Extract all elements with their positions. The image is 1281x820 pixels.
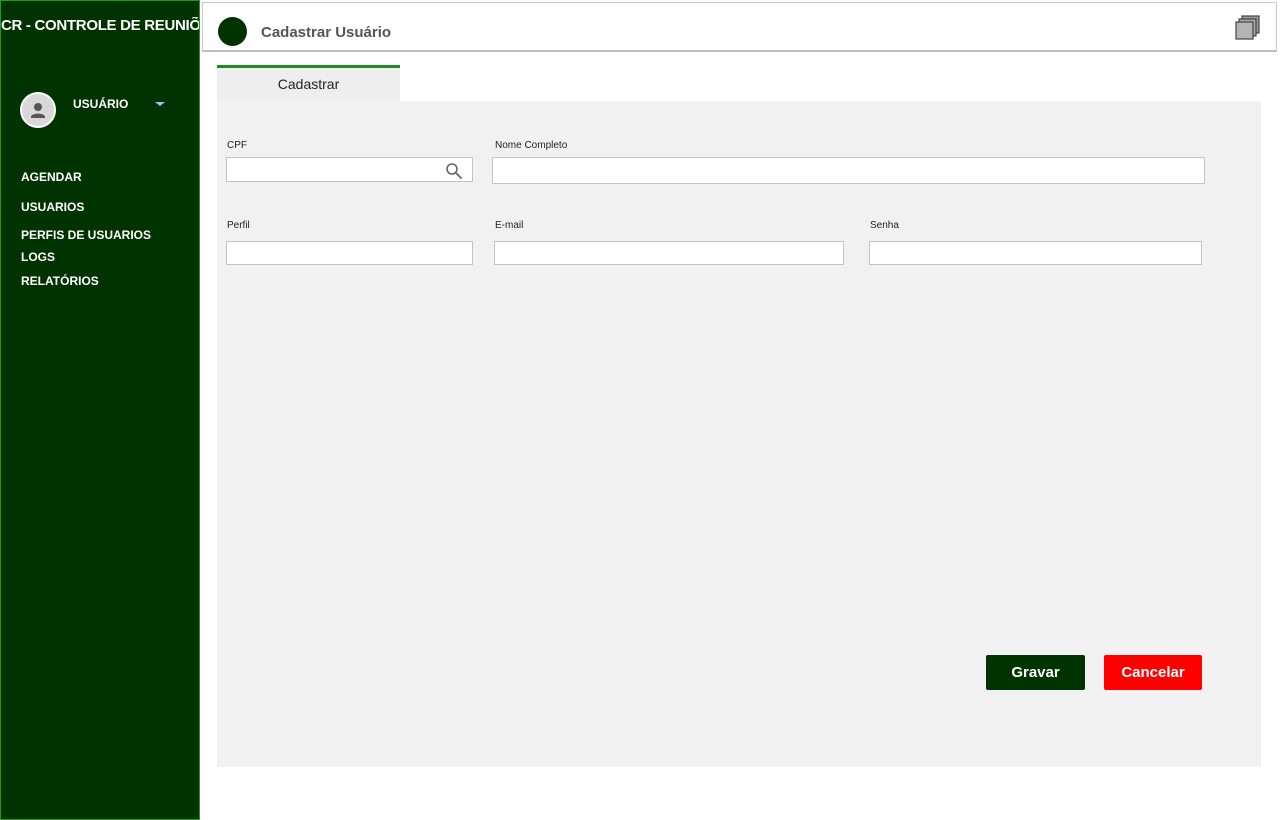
header-logo-icon — [218, 17, 247, 46]
caret-down-icon[interactable] — [155, 102, 165, 106]
save-button[interactable]: Gravar — [986, 655, 1085, 690]
app-title: CR - CONTROLE DE REUNIÕES — [1, 17, 199, 34]
nome-completo-label: Nome Completo — [495, 140, 568, 151]
nav-item-relatorios[interactable]: RELATÓRIOS — [21, 274, 99, 288]
perfil-label: Perfil — [227, 220, 250, 231]
perfil-field[interactable] — [226, 241, 473, 265]
user-name[interactable]: USUÁRIO — [73, 97, 128, 111]
senha-field[interactable] — [869, 241, 1202, 265]
stacked-windows-icon[interactable] — [1234, 14, 1262, 47]
nav-item-usuarios[interactable]: USUARIOS — [21, 200, 84, 214]
email-label: E-mail — [495, 220, 524, 231]
senha-label: Senha — [870, 220, 899, 231]
page-title: Cadastrar Usuário — [261, 24, 392, 41]
page-header: Cadastrar Usuário — [202, 2, 1277, 52]
tab-cadastrar[interactable]: Cadastrar — [217, 65, 400, 101]
user-avatar-icon[interactable] — [20, 92, 56, 128]
form-panel: CPF Nome Completo Perfil E-mail Senha Gr… — [217, 101, 1261, 767]
cpf-label: CPF — [227, 140, 247, 151]
nav-item-logs[interactable]: LOGS — [21, 250, 55, 264]
nav-item-agendar[interactable]: AGENDAR — [21, 170, 82, 184]
cancel-button[interactable]: Cancelar — [1104, 655, 1202, 690]
search-icon[interactable] — [445, 162, 463, 185]
sidebar: CR - CONTROLE DE REUNIÕES USUÁRIO AGENDA… — [0, 0, 200, 820]
cpf-field[interactable] — [226, 157, 473, 182]
email-field[interactable] — [494, 241, 844, 265]
nav-item-perfis-de-usuarios[interactable]: PERFIS DE USUARIOS — [21, 228, 151, 242]
nome-completo-field[interactable] — [492, 157, 1205, 184]
